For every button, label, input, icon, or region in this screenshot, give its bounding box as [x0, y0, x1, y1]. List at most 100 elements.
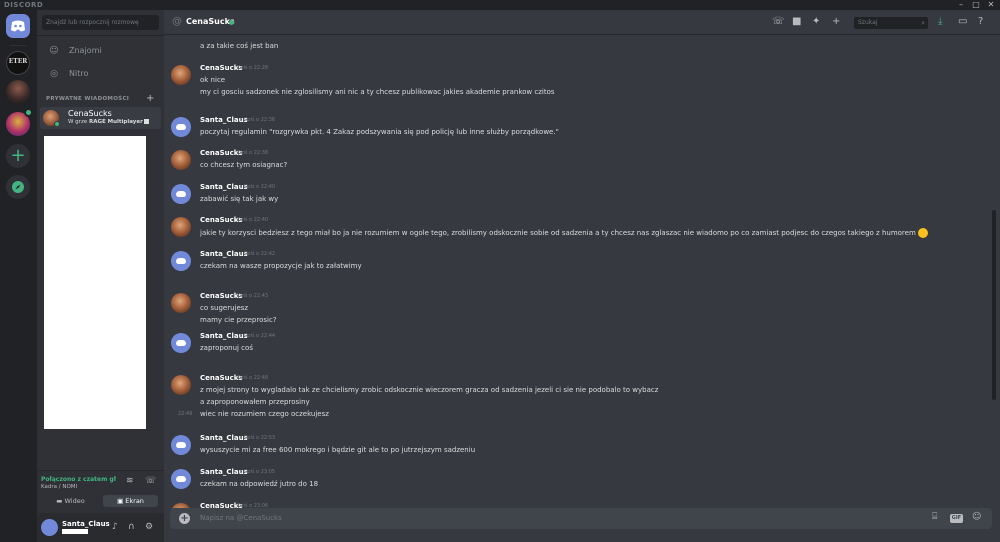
pinned-messages-icon[interactable]: ✦	[812, 16, 820, 27]
avatar[interactable]	[171, 117, 191, 137]
message-text: zabawić się tak jak wy	[200, 195, 279, 203]
message-author[interactable]: Santa_Claus	[200, 183, 248, 191]
download-icon[interactable]: ⤓	[938, 16, 942, 27]
add-friends-to-dm-icon[interactable]: +	[832, 16, 840, 27]
title-bar: DISCORD – □ ✕	[0, 0, 1000, 10]
voice-channel-name[interactable]: Kadra / NOMI	[41, 484, 77, 490]
maximize-button[interactable]: □	[969, 0, 983, 10]
video-button[interactable]: ▬ Wideo	[43, 495, 98, 507]
screen-share-button[interactable]: ▣ Ekran	[103, 495, 158, 507]
server-icon-dark[interactable]	[6, 80, 30, 104]
voice-connected-status: Połączono z czatem gł	[41, 476, 116, 483]
headphones-icon[interactable]: ∩	[128, 522, 135, 532]
message-text: a zaproponowałem przeprosiny	[200, 398, 310, 406]
message-text: czekam na wasze propozycje jak to załatw…	[200, 262, 362, 270]
at-icon: @	[172, 16, 182, 27]
message-timestamp: Dziś o 22:40	[237, 217, 269, 223]
message-text: my ci gosciu sadzonek nie zglosilismy an…	[200, 88, 555, 96]
message-input[interactable]: Napisz na @CenaSucks	[200, 508, 900, 529]
gift-icon[interactable]: ⌸	[932, 512, 937, 522]
nitro-nav-item[interactable]: ◎ Nitro	[47, 66, 157, 82]
message-text: wysuszycie mi za free 600 mokrego i będz…	[200, 446, 476, 454]
avatar[interactable]	[171, 435, 191, 455]
server-icon-eter[interactable]: ETER	[6, 51, 30, 75]
message-text: co chcesz tym osiagnac?	[200, 161, 288, 169]
redacted-dm-list	[44, 136, 146, 429]
minimize-button[interactable]: –	[954, 0, 968, 10]
message-author[interactable]: Santa_Claus	[200, 332, 248, 340]
dm-sidebar: Znajdź lub rozpocznij rozmowę ☺ Znajomi …	[37, 10, 164, 542]
settings-gear-icon[interactable]: ⚙	[145, 522, 153, 532]
chat-area: @ CenaSucks ☏ ■ ✦ + Szukaj ⌕ ⤓ ▭ ? a za t…	[164, 10, 1000, 542]
server-list: ETER +	[0, 10, 37, 542]
message-text: jakie ty korzysci bedziesz z tego miał b…	[200, 228, 928, 238]
emoji-icon[interactable]: ☺	[972, 512, 981, 522]
search-input[interactable]: Szukaj ⌕	[854, 17, 928, 29]
dm-item-cenasucks[interactable]: CenaSucks W grze RAGE Multiplayer	[40, 107, 161, 129]
online-status-icon	[229, 20, 234, 25]
conversation-title: CenaSucks	[186, 17, 235, 26]
help-icon[interactable]: ?	[978, 16, 983, 27]
message-author[interactable]: Santa_Claus	[200, 434, 248, 442]
avatar[interactable]	[171, 251, 191, 271]
message-timestamp: Dziś o 22:28	[237, 65, 269, 71]
gif-button[interactable]: GIF	[950, 514, 963, 523]
nitro-icon: ◎	[50, 69, 58, 79]
user-avatar[interactable]	[41, 519, 58, 536]
avatar[interactable]	[171, 469, 191, 489]
avatar[interactable]	[171, 217, 191, 237]
chat-header: @ CenaSucks ☏ ■ ✦ + Szukaj ⌕ ⤓ ▭ ?	[164, 10, 1000, 35]
message-timestamp: Dziś o 22:48	[237, 375, 269, 381]
discord-logo-icon	[11, 20, 25, 32]
message-timestamp: Dziś o 22:42	[244, 251, 276, 257]
message-timestamp: Dziś o 23:05	[244, 469, 276, 475]
explore-servers-button[interactable]	[6, 175, 30, 199]
start-voice-call-icon[interactable]: ☏	[772, 16, 785, 27]
message-text: mamy cie przeprosic?	[200, 316, 277, 324]
start-video-call-icon[interactable]: ■	[792, 16, 801, 27]
message-author[interactable]: Santa_Claus	[200, 116, 248, 124]
redacted-user-tag	[62, 529, 88, 534]
scrollbar[interactable]	[992, 210, 996, 400]
app-brand: DISCORD	[4, 1, 44, 9]
dm-activity-status: W grze RAGE Multiplayer	[68, 119, 149, 125]
divider	[37, 35, 164, 36]
create-dm-button[interactable]: +	[146, 93, 154, 104]
avatar[interactable]	[171, 375, 191, 395]
message-text: a za takie coś jest ban	[200, 42, 279, 50]
avatar[interactable]	[171, 184, 191, 204]
home-button[interactable]	[6, 14, 30, 38]
message-timestamp: Dziś o 22:53	[244, 435, 276, 441]
friends-nav-item[interactable]: ☺ Znajomi	[47, 43, 157, 59]
message-text: wiec nie rozumiem czego oczekujesz	[200, 410, 329, 418]
close-button[interactable]: ✕	[984, 0, 998, 10]
find-conversation-input[interactable]: Znajdź lub rozpocznij rozmowę	[42, 15, 159, 30]
message-timestamp: Dziś o 22:38	[237, 150, 269, 156]
upload-button[interactable]: +	[179, 513, 190, 524]
message-timestamp: Dziś o 22:44	[244, 333, 276, 339]
direct-messages-heading: PRYWATNE WIADOMOŚCI	[46, 96, 130, 102]
avatar[interactable]	[171, 150, 191, 170]
avatar[interactable]	[171, 293, 191, 313]
message-text: poczytaj regulamin "rozgrywka pkt. 4 Zak…	[200, 128, 559, 136]
microphone-icon[interactable]: ♪	[112, 522, 118, 532]
noise-suppression-icon[interactable]: ≋	[126, 476, 134, 486]
message-timestamp: Dziś o 22:43	[237, 293, 269, 299]
message-text: czekam na odpowiedź jutro do 18	[200, 480, 319, 488]
compass-icon	[12, 181, 24, 193]
message-composer: + Napisz na @CenaSucks ⌸ GIF ☺	[170, 508, 992, 529]
message-author[interactable]: Santa_Claus	[200, 468, 248, 476]
disconnect-call-icon[interactable]: ☏	[145, 476, 156, 486]
message-timestamp: 22:49	[178, 411, 193, 417]
inbox-icon[interactable]: ▭	[958, 16, 967, 27]
server-separator	[10, 45, 26, 46]
server-icon-colorful[interactable]	[6, 108, 33, 136]
add-server-button[interactable]: +	[6, 144, 30, 168]
message-timestamp: Dziś o 22:36	[244, 117, 276, 123]
message-author[interactable]: Santa_Claus	[200, 250, 248, 258]
avatar[interactable]	[171, 333, 191, 353]
voice-connection-panel: Połączono z czatem gł Kadra / NOMI ≋ ☏ ▬…	[37, 470, 164, 507]
message-timestamp: Dziś o 22:40	[244, 184, 276, 190]
avatar[interactable]	[171, 65, 191, 85]
message-text: zaproponuj coś	[200, 344, 253, 352]
